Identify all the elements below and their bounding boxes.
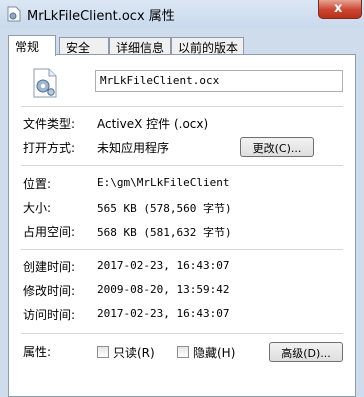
divider	[21, 249, 343, 250]
accessed-label: 访问时间:	[23, 308, 76, 322]
file-gear-icon	[33, 68, 57, 98]
hidden-checkbox[interactable]	[177, 346, 189, 358]
close-icon: x	[334, 1, 343, 16]
readonly-label: 只读(R)	[113, 346, 155, 360]
size-on-disk-value: 568 KB (581,632 字节)	[97, 226, 232, 239]
modified-value: 2009-08-20, 13:59:42	[97, 283, 230, 296]
general-panel: MrLkFileClient.ocx 文件类型: ActiveX 控件 (.oc…	[8, 54, 356, 397]
size-value: 565 KB (578,560 字节)	[97, 202, 232, 215]
tab-security[interactable]: 安全	[59, 37, 109, 55]
change-button[interactable]: 更改(C)...	[240, 137, 314, 157]
title-bar: MrLkFileClient.ocx 属性 x	[0, 0, 364, 28]
advanced-button[interactable]: 高级(D)...	[269, 342, 343, 362]
type-label: 文件类型:	[23, 117, 76, 131]
window-title: MrLkFileClient.ocx 属性	[27, 9, 175, 24]
divider	[21, 333, 343, 334]
type-value: ActiveX 控件 (.ocx)	[97, 117, 209, 131]
file-gear-icon	[7, 6, 21, 22]
attributes-label: 属性:	[23, 345, 52, 359]
tab-details[interactable]: 详细信息	[109, 37, 171, 55]
accessed-value: 2017-02-23, 16:43:07	[97, 307, 230, 320]
divider	[21, 106, 343, 107]
size-on-disk-label: 占用空间:	[23, 225, 76, 239]
tab-previous-versions[interactable]: 以前的版本	[171, 37, 244, 55]
size-label: 大小:	[23, 201, 52, 215]
open-with-label: 打开方式:	[23, 141, 76, 155]
location-value: E:\gm\MrLkFileClient	[97, 176, 230, 189]
created-label: 创建时间:	[23, 260, 76, 274]
readonly-checkbox[interactable]	[97, 346, 109, 358]
open-with-value: 未知应用程序	[97, 141, 170, 155]
file-name-field[interactable]: MrLkFileClient.ocx	[95, 70, 343, 92]
created-value: 2017-02-23, 16:43:07	[97, 259, 230, 272]
tab-general[interactable]: 常规	[8, 35, 56, 56]
divider	[21, 165, 343, 166]
modified-label: 修改时间:	[23, 284, 76, 298]
hidden-label: 隐藏(H)	[193, 346, 236, 360]
close-button[interactable]: x	[318, 0, 362, 19]
location-label: 位置:	[23, 177, 52, 191]
